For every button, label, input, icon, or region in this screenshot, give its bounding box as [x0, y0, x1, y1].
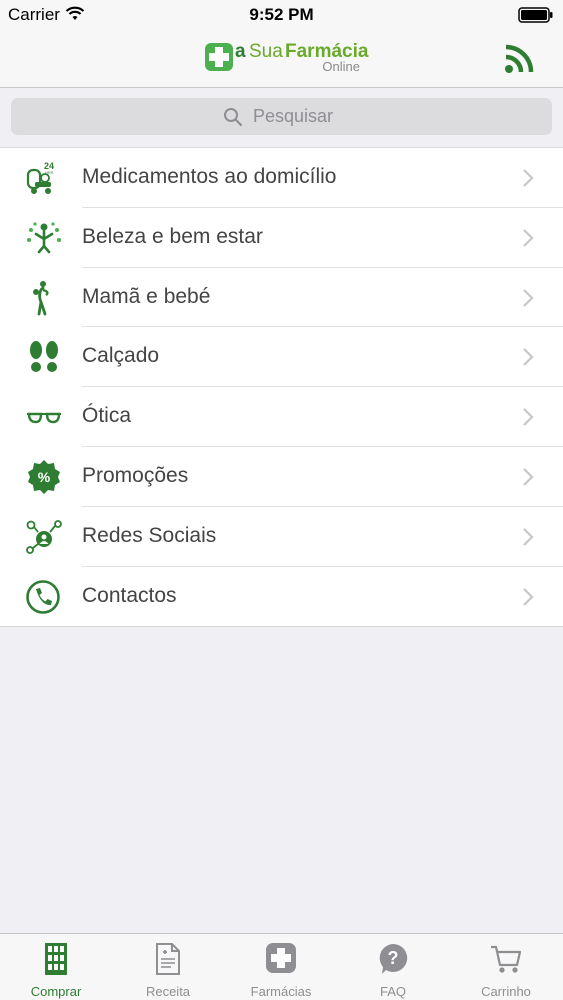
social-network-icon	[26, 519, 62, 554]
menu-item-label: Medicamentos ao domicílio	[82, 165, 337, 188]
menu-item-mama-bebe[interactable]: Mamã e bebé	[0, 268, 563, 328]
pharmacy-cross-icon	[266, 943, 296, 973]
tab-label: Farmácias	[250, 984, 312, 999]
glasses-icon	[27, 412, 61, 424]
status-bar: Carrier 9:52 PM	[0, 0, 563, 30]
chevron-right-icon	[523, 408, 534, 426]
chevron-right-icon	[523, 528, 534, 546]
svg-text:%: %	[38, 469, 51, 485]
menu-item-contactos[interactable]: Contactos	[0, 567, 563, 627]
menu-item-otica[interactable]: Ótica	[0, 387, 563, 447]
shelf-icon	[45, 943, 67, 975]
menu-item-calcado[interactable]: Calçado	[0, 327, 563, 387]
tab-farmacias[interactable]: Farmácias	[225, 934, 337, 1000]
menu-item-medicamentos[interactable]: 24 HRS Medicamentos ao domicílio	[0, 148, 563, 208]
menu-item-promocoes[interactable]: % Promoções	[0, 447, 563, 507]
chevron-right-icon	[523, 348, 534, 367]
menu-item-label: Redes Sociais	[82, 523, 217, 547]
navigation-bar: a Sua Farmácia Online	[0, 30, 563, 88]
tab-bar: Comprar Receita Farmácias ? FAQ Carrinho	[0, 933, 563, 1000]
app-logo: a Sua Farmácia Online	[204, 41, 368, 75]
tab-faq[interactable]: ? FAQ	[337, 934, 449, 1000]
search-placeholder: Pesquisar	[253, 106, 334, 126]
tab-carrinho[interactable]: Carrinho	[450, 934, 562, 1000]
battery-icon	[518, 7, 553, 23]
menu-item-label: Ótica	[82, 404, 132, 428]
help-bubble-icon: ?	[379, 943, 408, 974]
menu-item-label: Calçado	[82, 344, 160, 368]
clock: 9:52 PM	[249, 5, 314, 24]
tab-label: Carrinho	[481, 984, 531, 999]
search-input[interactable]: Pesquisar	[11, 98, 552, 135]
tab-receita[interactable]: Receita	[112, 934, 224, 1000]
delivery-24hrs-icon: 24 HRS	[26, 161, 54, 194]
tab-label: FAQ	[379, 984, 406, 999]
chevron-right-icon	[523, 229, 534, 247]
menu-item-label: Promoções	[82, 463, 189, 487]
menu-item-label: Mamã e bebé	[82, 284, 211, 308]
chevron-right-icon	[523, 288, 534, 307]
chevron-right-icon	[523, 587, 534, 606]
menu-item-redes-sociais[interactable]: Redes Sociais	[0, 507, 563, 567]
tab-comprar[interactable]: Comprar	[0, 934, 112, 1000]
search-bar: Pesquisar	[0, 88, 563, 146]
chevron-right-icon	[523, 468, 534, 486]
svg-text:?: ?	[388, 948, 399, 968]
search-icon	[224, 108, 243, 127]
beauty-wellness-icon	[27, 222, 61, 254]
menu-item-label: Beleza e bem estar	[82, 224, 263, 248]
mother-baby-icon	[33, 280, 49, 315]
chevron-right-icon	[523, 169, 534, 187]
cart-icon	[491, 945, 522, 973]
tab-label: Comprar	[30, 984, 82, 999]
pharmacy-cross-icon	[205, 43, 233, 71]
tab-label: Receita	[145, 984, 191, 999]
prescription-icon	[156, 943, 180, 975]
menu-item-label: Contactos	[82, 583, 177, 607]
logo-text-a: a	[235, 41, 246, 62]
rss-icon[interactable]	[502, 40, 538, 76]
phone-icon	[26, 579, 60, 614]
logo-text-online: Online	[322, 59, 360, 74]
footprints-icon	[30, 341, 58, 373]
category-list: 24 HRS Medicamentos ao domicílio Beleza …	[0, 147, 563, 628]
percent-badge-icon: %	[28, 459, 60, 494]
menu-item-beleza[interactable]: Beleza e bem estar	[0, 208, 563, 268]
logo-text-sua: Sua	[249, 41, 283, 62]
